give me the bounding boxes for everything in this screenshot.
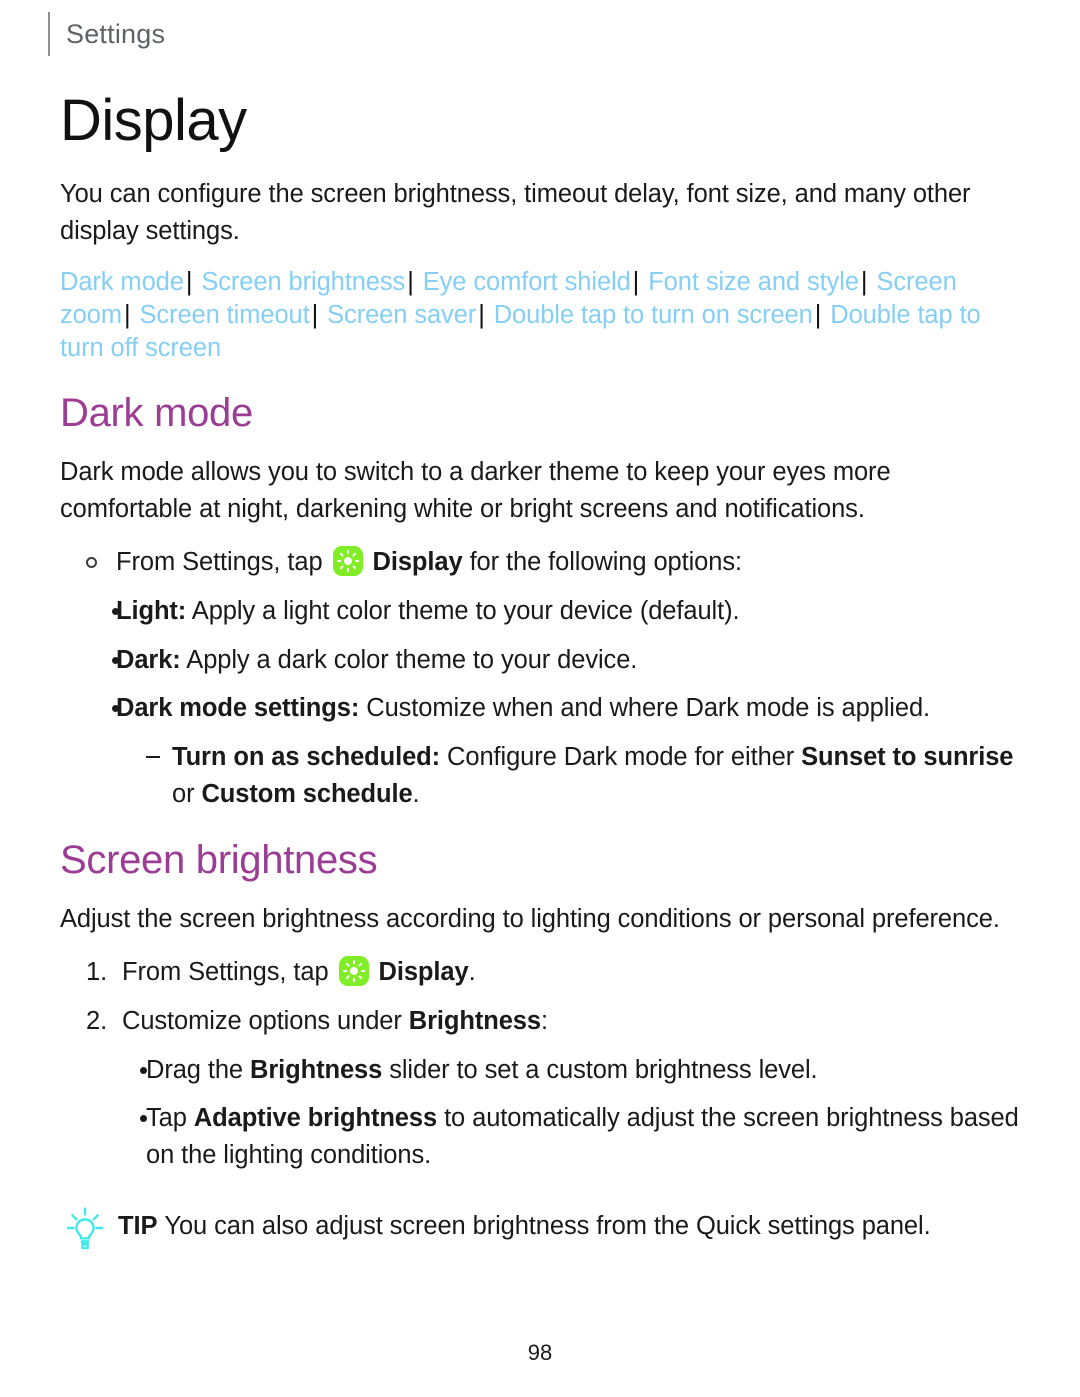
brightness-detail-list: Drag the Brightness slider to set a cust… [60,1052,1022,1174]
sub-option-bold-sunset-to-sunrise: Sunset to sunrise [801,742,1014,771]
lead-in-bold-display: Display [372,548,463,577]
list-item: Drag the Brightness slider to set a cust… [60,1052,1022,1089]
nav-link-screen-timeout[interactable]: Screen timeout [140,301,310,329]
dark-mode-lead-in-list: From Settings, tap Display for the follo… [60,544,1022,581]
breadcrumb: Settings [48,12,165,56]
lightbulb-icon [62,1206,108,1252]
dot-bullet-icon [112,607,119,615]
nav-link-screen-brightness[interactable]: Screen brightness [201,268,405,296]
nav-link-eye-comfort-shield[interactable]: Eye comfort shield [423,268,631,296]
circle-bullet-icon [86,557,97,569]
sub-option-term: Turn on as scheduled: [172,742,441,771]
nav-link-screen-saver[interactable]: Screen saver [327,301,476,329]
step-text-after: : [540,1006,548,1035]
lead-in-after: for the following options: [469,548,743,577]
detail-after: slider to set a custom brightness level. [389,1055,818,1084]
nav-link-double-tap-to-turn-on-screen[interactable]: Double tap to turn on screen [494,301,813,329]
nav-separator: | [311,301,319,330]
list-item: 1. From Settings, tap Display. [60,954,1022,991]
list-item: Dark: Apply a dark color theme to your d… [60,642,1022,679]
dot-bullet-icon [112,656,119,664]
nav-separator: | [185,267,193,296]
section-link-list: Dark mode| Screen brightness| Eye comfor… [60,266,1022,365]
page-content: Display You can configure the screen bri… [60,88,1022,1249]
nav-separator: | [407,267,414,296]
nav-separator: | [478,301,485,330]
option-term: Dark mode settings: [116,694,360,723]
nav-separator: | [123,301,131,330]
option-description: Apply a light color theme to your device… [191,596,740,625]
step-bold-brightness: Brightness [408,1006,541,1035]
sub-option-desc-part1: Configure Dark mode for either [447,742,795,771]
step-text-before-icon: From Settings, tap [122,958,329,987]
section-heading-dark-mode: Dark mode [60,391,253,436]
screen-brightness-steps: 1. From Settings, tap Display. 2. Custom… [60,954,1022,1039]
detail-bold-adaptive-brightness: Adaptive brightness [193,1104,438,1133]
display-brightness-icon [332,546,363,577]
dash-bullet-icon [146,755,160,759]
tip-block: TIP You can also adjust screen brightness… [60,1207,1022,1249]
nav-link-font-size-and-style[interactable]: Font size and style [648,268,859,296]
dark-mode-options-list: Light: Apply a light color theme to your… [60,593,1022,727]
sub-option-trailing: . [412,779,420,808]
step-number: 2. [86,1006,108,1035]
detail-before: Tap [146,1104,187,1133]
dark-mode-sub-option-list: Turn on as scheduled: Configure Dark mod… [60,739,1022,812]
list-item: Dark mode settings: Customize when and w… [60,690,1022,727]
option-description: Customize when and where Dark mode is ap… [366,694,931,723]
lead-in-before-icon: From Settings, tap [116,548,323,577]
dot-bullet-icon [140,1066,147,1074]
section-heading-screen-brightness: Screen brightness [60,838,378,883]
nav-link-dark-mode[interactable]: Dark mode [60,268,184,296]
sub-option-bold-custom-schedule: Custom schedule [201,779,413,808]
page-title: Display [60,88,247,153]
option-term: Light: [116,596,187,625]
screen-brightness-description: Adjust the screen brightness according t… [60,905,1000,934]
step-text-before: Customize options under [122,1006,402,1035]
page-number: 98 [527,1340,553,1365]
breadcrumb-label: Settings [66,18,166,49]
nav-separator: | [814,301,822,330]
tip-label: TIP [118,1211,158,1240]
step-number: 1. [86,958,108,987]
document-page: Settings Display You can configure the s… [0,0,1080,1397]
option-term: Dark: [116,645,181,674]
step-text-after: . [468,958,476,987]
list-item: Turn on as scheduled: Configure Dark mod… [60,739,1022,812]
list-item: From Settings, tap Display for the follo… [60,544,1022,581]
nav-separator: | [860,267,868,296]
detail-bold-brightness: Brightness [250,1055,383,1084]
list-item: Tap Adaptive brightness to automatically… [60,1100,1022,1173]
tip-text: You can also adjust screen brightness fr… [164,1211,931,1240]
list-item: Light: Apply a light color theme to your… [60,593,1022,630]
page-footer: 98 [0,1340,1080,1366]
intro-paragraph: You can configure the screen brightness,… [60,180,971,245]
option-description: Apply a dark color theme to your device. [186,645,638,674]
sub-option-conjunction: or [172,779,195,808]
list-item: 2. Customize options under Brightness: [60,1003,1022,1040]
display-brightness-icon [338,956,369,987]
detail-before: Drag the [146,1055,244,1084]
dark-mode-description: Dark mode allows you to switch to a dark… [60,458,891,524]
breadcrumb-rule [48,12,50,56]
nav-separator: | [632,267,640,296]
step-bold-display: Display [378,958,469,987]
